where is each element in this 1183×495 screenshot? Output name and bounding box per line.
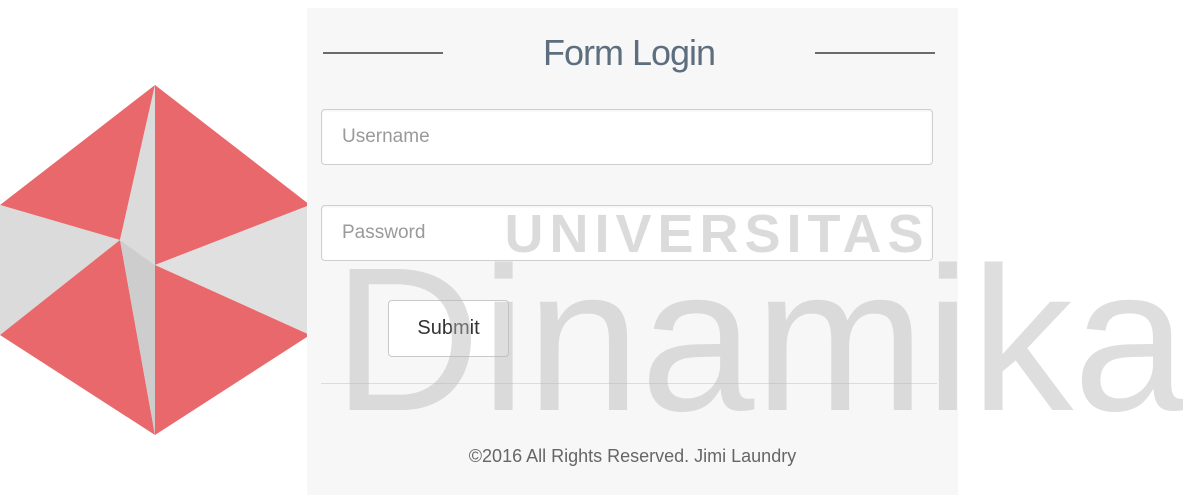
title-row: Form Login (321, 22, 937, 73)
submit-button[interactable]: Submit (388, 300, 509, 357)
title-rule-right (815, 52, 935, 54)
university-logo-mark (0, 85, 310, 435)
login-panel: Form Login Submit ©2016 All Rights Reser… (307, 8, 958, 495)
footer-divider (321, 383, 937, 384)
username-input[interactable] (321, 109, 933, 165)
copyright-footer: ©2016 All Rights Reserved. Jimi Laundry (468, 446, 797, 466)
password-input[interactable] (321, 205, 933, 261)
